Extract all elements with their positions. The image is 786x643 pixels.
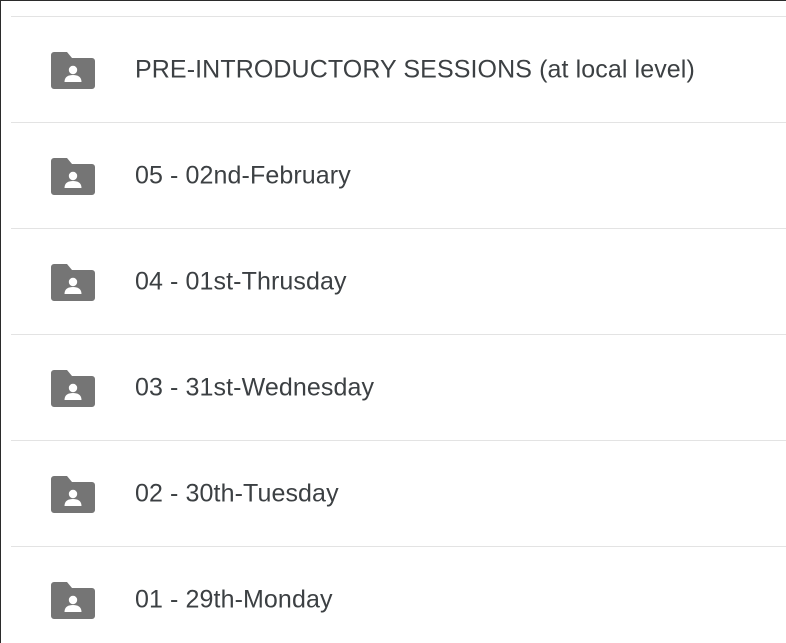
folder-row[interactable]: 01 - 29th-Monday bbox=[11, 547, 786, 643]
shared-folder-icon bbox=[51, 369, 95, 407]
folder-row[interactable]: 05 - 02nd-February bbox=[11, 123, 786, 229]
shared-folder-icon bbox=[51, 263, 95, 301]
folder-name: 03 - 31st-Wednesday bbox=[135, 373, 375, 401]
shared-folder-icon bbox=[51, 475, 95, 513]
folder-name: 04 - 01st-Thrusday bbox=[135, 267, 347, 295]
folder-name: 02 - 30th-Tuesday bbox=[135, 479, 339, 507]
shared-folder-icon bbox=[51, 51, 95, 89]
folder-row[interactable]: 04 - 01st-Thrusday bbox=[11, 229, 786, 335]
folder-row[interactable]: 02 - 30th-Tuesday bbox=[11, 441, 786, 547]
folder-name: 01 - 29th-Monday bbox=[135, 585, 333, 614]
shared-folder-icon bbox=[51, 582, 95, 619]
folder-row[interactable]: 03 - 31st-Wednesday bbox=[11, 335, 786, 441]
folder-list: PRE-INTRODUCTORY SESSIONS (at local leve… bbox=[11, 17, 786, 643]
folder-name: 05 - 02nd-February bbox=[135, 161, 351, 189]
folder-list-panel: PRE-INTRODUCTORY SESSIONS (at local leve… bbox=[0, 0, 786, 643]
folder-name: PRE-INTRODUCTORY SESSIONS (at local leve… bbox=[135, 55, 695, 83]
folder-row[interactable]: PRE-INTRODUCTORY SESSIONS (at local leve… bbox=[11, 17, 786, 123]
shared-folder-icon bbox=[51, 157, 95, 195]
